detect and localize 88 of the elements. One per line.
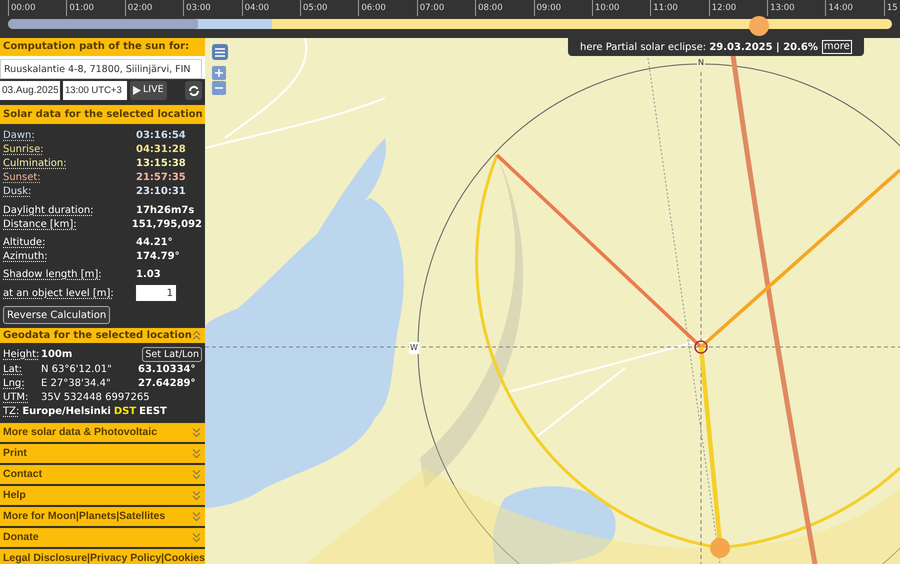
time-field[interactable]: 13:00 UTC+3 — [63, 81, 127, 100]
section-header[interactable]: Help — [0, 486, 205, 505]
data-value: 151,795,092 — [132, 218, 202, 232]
expand-icon — [192, 469, 201, 480]
time-label[interactable]: Sunrise: — [3, 142, 136, 156]
slider-thumb[interactable] — [749, 16, 770, 36]
hour-label: 13:00 — [767, 0, 826, 16]
zoom-in-button[interactable] — [212, 66, 226, 80]
expand-icon — [192, 511, 201, 522]
hour-label: 05:00 — [300, 0, 358, 16]
address-field[interactable]: Ruuskalantie 4-8, 71800, Siilinjärvi, FIN — [0, 59, 202, 79]
menu-icon — [215, 48, 225, 56]
data-value: 1.03 — [136, 268, 161, 282]
data-label[interactable]: at an object level [m]: — [3, 286, 136, 300]
data-value: 44.21° — [136, 236, 173, 250]
data-value: 27.64289° — [138, 376, 196, 390]
data-value: 174.79° — [136, 250, 180, 264]
data-value: 100m — [41, 348, 74, 362]
data-value: 17h26m7s — [136, 204, 194, 218]
hour-label: 08:00 — [475, 0, 534, 16]
data-value: E 27°38'34.4" — [41, 376, 112, 390]
time-value: 03:16:54 — [136, 128, 186, 142]
hour-label: 03:00 — [183, 0, 242, 16]
dst-label: DST — [114, 404, 136, 418]
data-label[interactable]: Daylight duration: — [3, 202, 136, 218]
live-button[interactable]: LIVE — [130, 81, 167, 100]
section-header[interactable]: Donate — [0, 528, 205, 547]
section-header[interactable]: Contact — [0, 465, 205, 484]
hour-label: 15 — [884, 0, 900, 16]
data-label[interactable]: Distance [km]: — [3, 216, 132, 232]
reverse-calculation-button[interactable]: Reverse Calculation — [3, 306, 110, 324]
menu-button[interactable] — [212, 44, 228, 60]
data-label[interactable]: UTM: — [3, 390, 41, 404]
section-header: Computation path of the sun for: — [0, 38, 205, 56]
object-level-field[interactable]: 1 — [136, 285, 176, 301]
data-label[interactable]: Lng: — [3, 376, 41, 390]
set-lat-lon-button[interactable]: Set Lat/Lon — [142, 347, 202, 362]
hour-label: 10:00 — [592, 0, 650, 16]
section-header[interactable]: More for Moon|Planets|Satellites — [0, 507, 205, 526]
data-label[interactable]: Shadow length [m]: — [3, 266, 136, 282]
hour-label: 00:00 — [8, 0, 66, 16]
more-link[interactable]: more — [822, 40, 852, 54]
time-value: 21:57:35 — [136, 170, 186, 184]
time-value: 13:15:38 — [136, 156, 186, 170]
data-value: EEST — [139, 404, 167, 418]
time-label[interactable]: Sunset: — [3, 170, 136, 184]
plus-icon — [215, 69, 223, 77]
expand-icon — [192, 532, 201, 543]
eclipse-text: here Partial solar eclipse: 29.03.2025 | 20.6% — [580, 40, 818, 54]
date-field[interactable]: 03.Aug.2025 — [0, 81, 60, 100]
refresh-icon — [188, 84, 200, 96]
hour-label: 14:00 — [825, 0, 884, 16]
data-value: N 63°6'12.01" — [41, 362, 113, 376]
zoom-out-button[interactable] — [212, 81, 226, 95]
data-label[interactable]: Height: — [3, 347, 41, 362]
data-label[interactable]: Lat: — [3, 362, 41, 376]
data-value: 35V 532448 6997265 — [41, 390, 150, 404]
time-value: 04:31:28 — [136, 142, 186, 156]
hour-label: 09:00 — [534, 0, 592, 16]
data-label[interactable]: TZ: — [3, 404, 20, 418]
hour-label: 01:00 — [66, 0, 125, 16]
expand-icon — [192, 427, 201, 438]
section-header[interactable]: Legal Disclosure|Privacy Policy|Cookies — [0, 549, 205, 564]
expand-icon — [192, 490, 201, 501]
hour-label: 07:00 — [416, 0, 476, 16]
data-value: Europe/Helsinki — [22, 404, 111, 418]
data-value: 63.10334° — [138, 362, 196, 376]
hour-label: 06:00 — [358, 0, 417, 16]
data-label[interactable]: Altitude: — [3, 234, 136, 250]
time-label[interactable]: Dusk: — [3, 184, 136, 198]
time-label[interactable]: Dawn: — [3, 128, 136, 142]
section-header[interactable]: Print — [0, 444, 205, 463]
time-label[interactable]: Culmination: — [3, 156, 136, 170]
hour-label: 04:00 — [242, 0, 300, 16]
hour-label: 02:00 — [124, 0, 184, 16]
section-header[interactable]: Geodata for the selected location — [0, 328, 205, 343]
data-label[interactable]: Azimuth: — [3, 248, 136, 264]
time-slider[interactable] — [8, 16, 892, 37]
hour-label: 11:00 — [650, 0, 709, 16]
compass-west-label: W — [409, 342, 419, 354]
section-header: Solar data for the selected location — [0, 105, 205, 124]
time-value: 23:10:31 — [136, 184, 186, 198]
compass-north-label: N — [697, 57, 705, 69]
play-icon — [133, 86, 141, 95]
collapse-icon — [192, 330, 201, 341]
section-header[interactable]: More solar data & Photovoltaic — [0, 423, 205, 442]
expand-icon — [192, 448, 201, 459]
refresh-button[interactable] — [185, 81, 202, 100]
